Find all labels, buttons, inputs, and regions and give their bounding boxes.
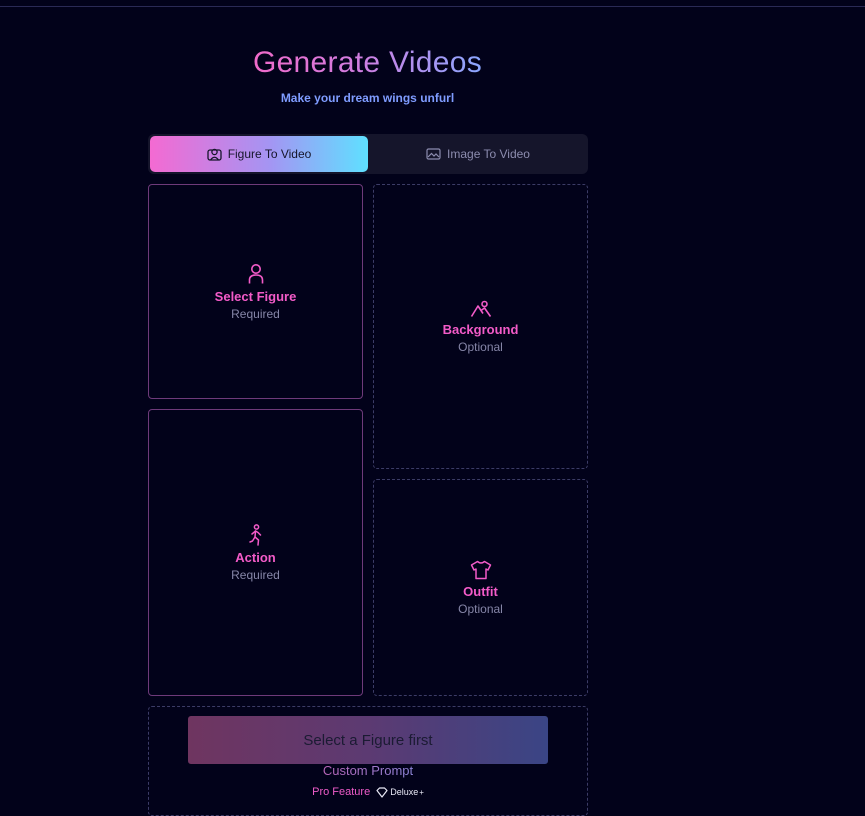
running-person-icon (248, 523, 261, 546)
mountain-icon (470, 300, 491, 317)
slot-label: Background (442, 321, 519, 337)
mode-tabs: Figure To Video Image To Video (148, 134, 588, 174)
slot-label: Select Figure (214, 288, 297, 304)
tab-figure-to-video[interactable]: Figure To Video (150, 136, 368, 172)
pro-feature-label: Pro Feature (312, 786, 371, 798)
tab-label: Image To Video (447, 147, 530, 161)
action-slot[interactable]: Action Required (148, 409, 363, 696)
generate-button[interactable]: Select a Figure first (188, 716, 548, 764)
slot-label: Action (235, 549, 276, 565)
user-square-icon (207, 148, 222, 161)
outfit-slot[interactable]: Outfit Optional (373, 479, 588, 696)
slot-note: Required (231, 306, 280, 321)
page-title: Generate Videos (252, 46, 483, 79)
slot-label: Outfit (463, 583, 498, 599)
background-slot[interactable]: Background Optional (373, 184, 588, 469)
tab-image-to-video[interactable]: Image To Video (370, 136, 586, 172)
image-icon (426, 148, 441, 160)
pro-feature-row: Pro Feature Deluxe + (148, 786, 588, 798)
slot-note: Optional (458, 601, 503, 616)
slot-note: Required (231, 567, 280, 582)
deluxe-badge: Deluxe + (376, 786, 424, 798)
slot-note: Optional (458, 339, 503, 354)
tshirt-icon (470, 560, 491, 579)
tab-label: Figure To Video (227, 147, 312, 161)
user-icon (248, 263, 263, 283)
select-figure-slot[interactable]: Select Figure Required (148, 184, 363, 399)
page-subtitle: Make your dream wings unfurl (280, 91, 455, 105)
custom-prompt-label: Custom Prompt (322, 763, 414, 778)
diamond-icon (376, 786, 388, 798)
top-divider (0, 6, 865, 7)
